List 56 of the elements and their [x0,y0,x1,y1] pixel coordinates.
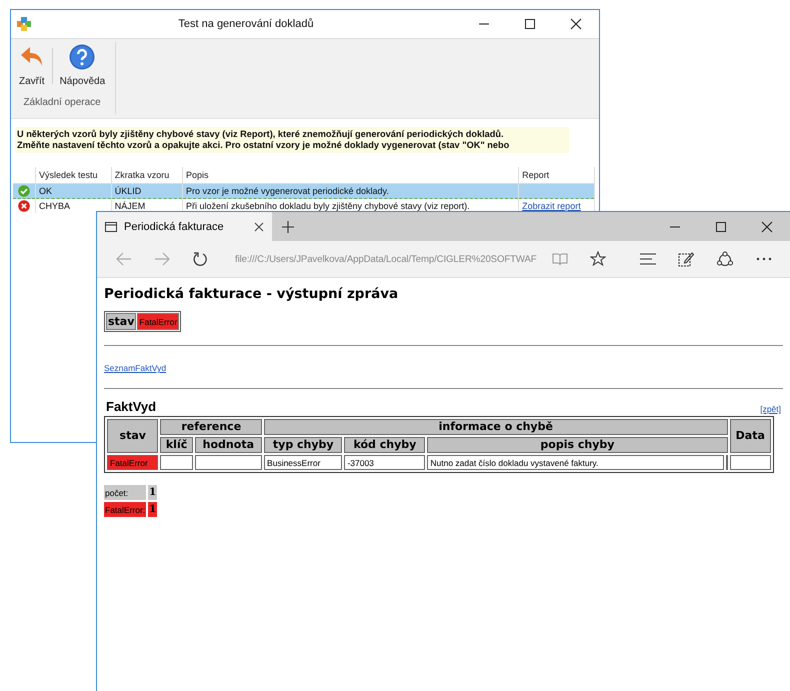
table-cell: ÚKLID [111,184,182,198]
more-icon[interactable] [756,257,772,261]
star-icon[interactable] [590,251,606,267]
column-header: informace o chybě [264,419,728,435]
table-cell: Nutno zadat číslo dokladu vystavené faktury. [427,455,724,470]
close-icon[interactable] [570,18,582,30]
pen-note-icon[interactable] [678,251,694,267]
summary-count: 1 [148,502,158,517]
table-cell [194,455,262,470]
book-icon[interactable] [552,252,568,266]
error-circle-icon [18,200,30,212]
message-line: Změňte nastavení těchto vzorů a opakujte akci. Pro ostatní vzory je možné doklady vygenerovat (stav "OK" nebo [17,140,510,151]
column-header: Data [730,419,771,453]
section-title: FaktVyd [106,399,156,414]
section-link[interactable]: SeznamFaktVyd [104,363,166,373]
back-link[interactable]: [zpět] [760,404,781,414]
column-header: popis chyby [427,437,728,453]
maximize-icon[interactable] [715,220,727,232]
table-cell: Pro vzor je možné vygenerovat periodické doklady. [182,184,519,198]
summary-label: FatalError: [104,502,146,517]
summary-label: počet: [104,485,146,500]
status-label: stav [106,313,136,330]
close-tab-icon[interactable] [254,222,264,232]
column-header: kód chyby [344,437,426,453]
table-cell: -37003 [344,455,426,470]
summary-count: 1 [148,485,158,500]
refresh-icon[interactable] [192,251,208,267]
column-header: klíč [160,437,193,453]
column-header: hodnota [194,437,262,453]
status-cell: FatalError [107,455,158,470]
hub-icon[interactable] [640,253,656,265]
browser-tab[interactable]: Periodická fakturace [97,212,272,241]
column-header: reference [160,419,262,435]
table-cell: OK [36,184,112,198]
tab-page-icon [105,222,117,232]
column-header: typ chyby [264,437,342,453]
table-cell [730,455,771,470]
table-cell [160,455,193,470]
window-title: Test na generování dokladů [177,18,315,30]
close-icon[interactable] [761,220,773,232]
column-header: stav [107,419,158,453]
close-button[interactable]: Zavřít [15,42,49,89]
status-value: FatalError [137,313,180,330]
help-button[interactable]: Nápověda [56,42,110,89]
report-link[interactable]: Zobrazit report [522,201,581,211]
check-circle-icon [18,185,30,197]
maximize-icon[interactable] [524,18,536,30]
table-cell: BusinessError [264,455,342,470]
help-icon [69,44,96,70]
message-line: U některých vzorů byly zjištěny chybové stavy (viz Report), které znemožňují generování periodických dokladů. [17,129,505,140]
share-icon[interactable] [716,251,734,267]
group-label: Základní operace [22,97,102,108]
new-tab-icon[interactable] [282,220,294,232]
table-row[interactable]: OK ÚKLID Pro vzor je možné vygenerovat periodické doklady. [13,184,594,198]
page-title: Periodická fakturace - výstupní zpráva [104,286,400,302]
app-logo-icon [17,17,31,31]
